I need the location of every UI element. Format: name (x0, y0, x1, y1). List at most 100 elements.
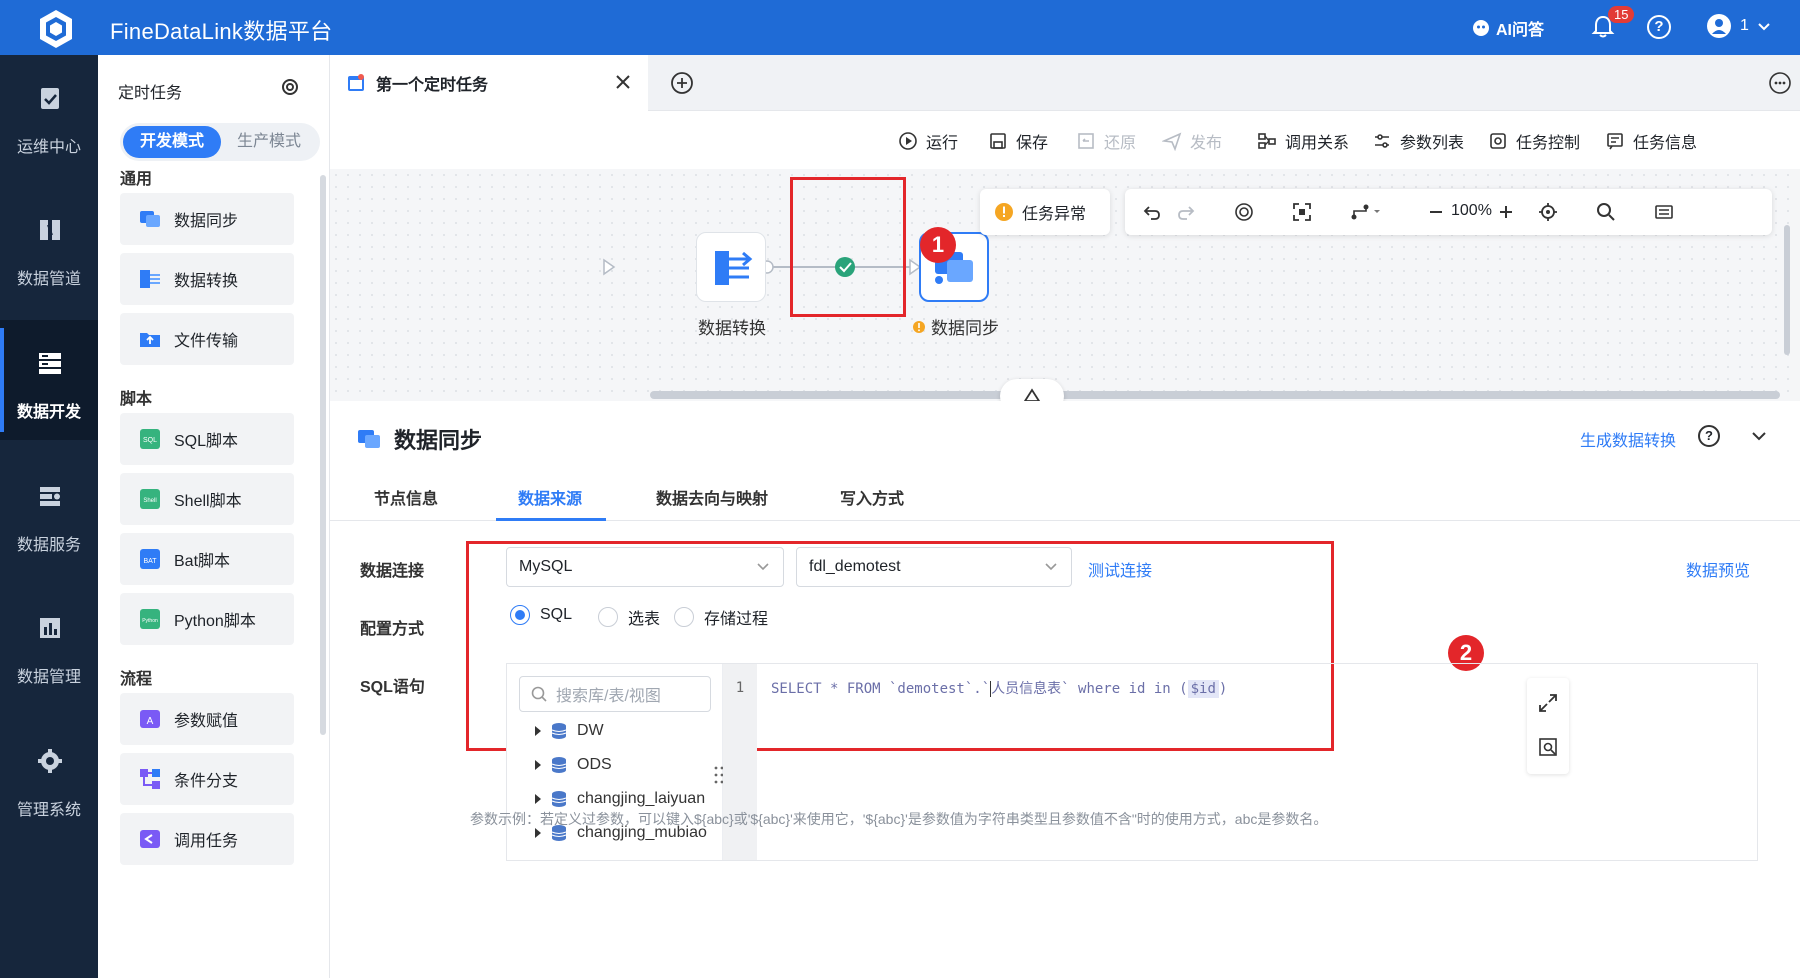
canvas-h-scrollbar[interactable] (650, 391, 1780, 399)
component-shell-script[interactable]: Shell Shell脚本 (120, 473, 294, 525)
section-flow: 流程 (120, 671, 153, 688)
test-connection-link[interactable]: 测试连接 (1088, 557, 1152, 581)
flow-canvas[interactable]: 数据转换 数据同步 任务异常 100% 1 (330, 169, 1790, 413)
undo-icon[interactable] (1141, 201, 1163, 223)
nav-admin-system[interactable]: 管理系统 (0, 718, 98, 838)
expand-arrow-icon[interactable] (535, 726, 541, 736)
component-condition-branch[interactable]: 条件分支 (120, 753, 294, 805)
tab-data-source[interactable]: 数据来源 (518, 485, 582, 509)
dev-mode-button[interactable]: 开发模式 (123, 126, 221, 158)
sql-script-icon: SQL (140, 429, 160, 449)
connection-type-select[interactable]: MySQL (506, 547, 784, 587)
add-tab-icon[interactable] (670, 71, 694, 95)
nav-data-dev[interactable]: 数据开发 (0, 320, 98, 440)
redo-icon[interactable] (1175, 201, 1197, 223)
component-python-script[interactable]: Python Python脚本 (120, 593, 294, 645)
play-icon (899, 132, 917, 150)
keyboard-icon[interactable] (1653, 201, 1675, 223)
run-button[interactable]: 运行 (898, 129, 958, 153)
app-title: FineDataLink数据平台 (110, 19, 333, 44)
node-data-transform[interactable] (696, 232, 766, 302)
user-menu[interactable]: 1 (1706, 13, 1771, 39)
format-code-icon[interactable] (1537, 736, 1559, 758)
data-preview-link[interactable]: 数据预览 (1686, 557, 1750, 581)
avatar-icon (1707, 14, 1731, 38)
component-call-task[interactable]: 调用任务 (120, 813, 294, 865)
service-icon (40, 487, 60, 506)
data-transform-icon (715, 251, 753, 285)
radio-select-table[interactable]: 选表 (598, 605, 660, 629)
tree-search-input[interactable]: 搜索库/表/视图 (519, 676, 711, 712)
help-icon[interactable]: ? (1698, 425, 1720, 447)
chevron-down-icon[interactable] (1748, 425, 1770, 447)
expand-arrow-icon[interactable] (535, 794, 541, 804)
send-icon (1162, 132, 1182, 151)
generate-transform-link[interactable]: 生成数据转换 (1580, 427, 1676, 451)
more-options-icon[interactable] (1768, 71, 1792, 95)
svg-text:BAT: BAT (143, 558, 157, 565)
close-icon[interactable] (614, 73, 632, 91)
radio-dot (598, 607, 618, 627)
task-tab-bar: 第一个定时任务 (330, 55, 1800, 111)
param-list-button[interactable]: 参数列表 (1372, 129, 1464, 153)
search-icon[interactable] (1595, 201, 1617, 223)
fit-view-icon[interactable] (1291, 201, 1313, 223)
component-sql-script[interactable]: SQL SQL脚本 (120, 413, 294, 465)
task-control-button[interactable]: 任务控制 (1488, 129, 1580, 153)
component-data-transform[interactable]: 数据转换 (120, 253, 294, 305)
task-warning-popup[interactable]: 任务异常 (980, 189, 1110, 235)
condition-branch-icon (140, 769, 160, 789)
radio-stored-procedure[interactable]: 存储过程 (674, 605, 768, 629)
component-param-assign[interactable]: A 参数赋值 (120, 693, 294, 745)
edge-style-icon[interactable] (1349, 201, 1383, 223)
radio-sql[interactable]: SQL (510, 605, 572, 625)
prod-mode-button[interactable]: 生产模式 (220, 126, 318, 158)
component-file-transfer[interactable]: 文件传输 (120, 313, 294, 365)
tree-item-ods[interactable]: ODS (535, 756, 612, 774)
nav-data-management[interactable]: 数据管理 (0, 585, 98, 705)
gear-icon (38, 749, 62, 773)
settings-gear-icon[interactable] (278, 75, 302, 99)
ai-qa-button[interactable]: AI问答 (1472, 16, 1544, 40)
sql-code-line[interactable]: SELECT * FROM `demotest`.`人员信息表` where i… (771, 678, 1227, 698)
expand-arrow-icon[interactable] (535, 760, 541, 770)
restore-button[interactable]: 还原 (1076, 129, 1136, 153)
tab-title: 第一个定时任务 (376, 77, 489, 94)
tab-data-target-mapping[interactable]: 数据去向与映射 (656, 485, 768, 509)
task-info-button[interactable]: 任务信息 (1605, 129, 1697, 153)
help-icon[interactable]: ? (1647, 15, 1671, 39)
expand-icon[interactable] (1537, 692, 1559, 714)
call-relation-button[interactable]: 调用关系 (1257, 129, 1349, 153)
connection-db-select[interactable]: fdl_demotest (796, 547, 1072, 587)
panel-title: 定时任务 (118, 85, 183, 102)
calendar-task-icon (348, 74, 364, 91)
nav-data-pipeline[interactable]: 数据管道 (0, 187, 98, 307)
tree-item-dw[interactable]: DW (535, 722, 604, 740)
relation-icon (1258, 133, 1276, 149)
fingerprint-icon[interactable] (1233, 201, 1255, 223)
zoom-out-icon[interactable] (1425, 201, 1447, 223)
panel-scrollbar[interactable] (320, 175, 326, 735)
tab-node-info[interactable]: 节点信息 (374, 485, 438, 509)
tab-first-scheduled-task[interactable]: 第一个定时任务 (330, 55, 648, 111)
expand-arrow-icon[interactable] (535, 828, 541, 838)
save-button[interactable]: 保存 (988, 129, 1048, 153)
node-data-sync-label: 数据同步 (912, 314, 999, 339)
data-sync-icon (140, 211, 160, 227)
locate-icon[interactable] (1537, 201, 1559, 223)
node-data-transform-label: 数据转换 (698, 319, 766, 338)
publish-button[interactable]: 发布 (1162, 129, 1222, 153)
component-data-sync[interactable]: 数据同步 (120, 193, 294, 245)
nav-data-service[interactable]: 数据服务 (0, 453, 98, 573)
component-bat-script[interactable]: BAT Bat脚本 (120, 533, 294, 585)
canvas-v-scrollbar[interactable] (1784, 225, 1790, 355)
active-tab-indicator (496, 518, 606, 521)
ai-qa-label: AI问答 (1496, 22, 1545, 39)
zoom-in-icon[interactable] (1495, 201, 1517, 223)
nav-ops-center[interactable]: 运维中心 (0, 55, 98, 175)
search-icon (531, 686, 547, 702)
tree-item-changjing-laiyuan[interactable]: changjing_laiyuan (535, 790, 705, 808)
folder-upload-icon (140, 333, 160, 347)
tab-write-mode[interactable]: 写入方式 (840, 485, 904, 509)
app-logo-icon[interactable] (34, 7, 78, 51)
